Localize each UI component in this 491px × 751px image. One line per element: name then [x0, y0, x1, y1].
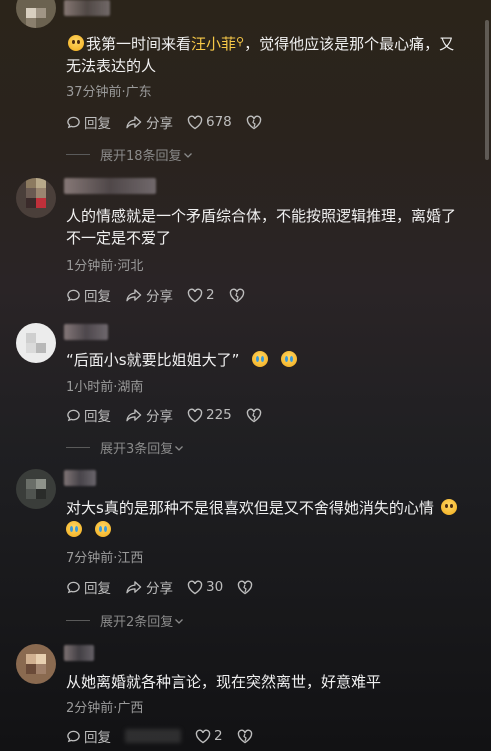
reply-button[interactable]: 回复: [66, 405, 111, 425]
dislike-button[interactable]: [237, 580, 256, 595]
like-button[interactable]: 225: [187, 407, 232, 423]
comment-text: 人的情感就是一个矛盾综合体，不能按照逻辑推理，离婚了不一定是不爱了: [66, 207, 457, 247]
scrollbar[interactable]: [485, 20, 489, 160]
heart-icon: [195, 729, 211, 743]
broken-heart-icon: [237, 729, 252, 743]
divider: [66, 154, 90, 155]
avatar[interactable]: [16, 178, 56, 218]
pleading-face-emoji-icon: [68, 35, 84, 51]
share-icon: [126, 580, 142, 593]
divider: [66, 620, 90, 621]
username-blurred[interactable]: [64, 324, 108, 340]
reply-button[interactable]: 回复: [66, 285, 111, 305]
share-button[interactable]: 分享: [125, 577, 173, 597]
share-button[interactable]: [125, 729, 181, 743]
pleading-face-emoji-icon: [440, 499, 457, 515]
avatar[interactable]: [16, 469, 56, 509]
broken-heart-icon: [237, 580, 253, 594]
broken-heart-icon: [246, 115, 261, 129]
comment-meta: 2分钟前·广西: [66, 701, 144, 716]
comment-actions: 回复 2: [66, 726, 270, 746]
comment-meta: 1分钟前·河北: [66, 259, 144, 274]
heart-icon: [187, 115, 203, 129]
dislike-button[interactable]: [246, 115, 265, 130]
like-button[interactable]: 2: [187, 287, 215, 303]
comment-text: “后面小s就要比姐姐大了”: [66, 349, 466, 371]
search-icon[interactable]: ⚲: [236, 35, 244, 48]
like-button[interactable]: 30: [187, 579, 223, 595]
crying-face-emoji-icon: [66, 521, 82, 537]
username-blurred[interactable]: [64, 470, 96, 486]
crying-face-emoji-icon: [280, 351, 297, 367]
dislike-button[interactable]: [246, 408, 265, 423]
crying-face-emoji-icon: [94, 521, 111, 537]
expand-replies-button[interactable]: 展开2条回复: [66, 611, 185, 630]
comment-text: 对大s真的是那种不是很喜欢但是又不舍得她消失的心情: [66, 497, 466, 541]
broken-heart-icon: [229, 288, 244, 302]
reply-button[interactable]: 回复: [66, 577, 111, 597]
share-icon: [126, 115, 142, 128]
username-blurred[interactable]: [64, 0, 110, 16]
like-button[interactable]: 2: [195, 728, 223, 744]
reply-button[interactable]: 回复: [66, 112, 111, 132]
avatar[interactable]: [16, 0, 56, 28]
comment-meta: 1小时前·湖南: [66, 380, 144, 395]
share-icon: [126, 288, 142, 301]
comment-actions: 回复 分享 225: [66, 405, 279, 425]
username-blurred[interactable]: [64, 645, 94, 661]
heart-icon: [187, 408, 203, 422]
avatar[interactable]: [16, 323, 56, 363]
comment-text: 从她离婚就各种言论，现在突然离世，好意难平: [66, 673, 382, 691]
share-button[interactable]: 分享: [125, 285, 173, 305]
reply-icon: [67, 730, 80, 742]
expand-replies-button[interactable]: 展开18条回复: [66, 145, 194, 164]
reply-icon: [67, 409, 80, 421]
chevron-down-icon: [183, 152, 192, 158]
username-blurred[interactable]: [64, 178, 156, 194]
crying-face-emoji-icon: [252, 351, 269, 367]
comment-text: 我第一时间来看汪小菲⚲，觉得他应该是那个最心痛，又无法表达的人: [66, 35, 455, 75]
share-button[interactable]: 分享: [125, 405, 173, 425]
broken-heart-icon: [246, 408, 261, 422]
like-button[interactable]: 678: [187, 114, 232, 130]
divider: [66, 447, 90, 448]
avatar[interactable]: [16, 644, 56, 684]
expand-replies-button[interactable]: 展开3条回复: [66, 438, 185, 457]
heart-icon: [187, 580, 203, 594]
share-button[interactable]: 分享: [125, 112, 173, 132]
comment-actions: 回复 分享 2: [66, 285, 262, 305]
reply-icon: [67, 581, 80, 593]
mention-link[interactable]: 汪小菲: [191, 35, 236, 53]
comment-meta: 37分钟前·广东: [66, 85, 152, 100]
chevron-down-icon: [175, 618, 184, 624]
share-icon: [126, 408, 142, 421]
comment-actions: 回复 分享 678: [66, 112, 279, 132]
heart-icon: [187, 288, 203, 302]
reply-icon: [67, 116, 80, 128]
comment-actions: 回复 分享 30: [66, 577, 270, 597]
reply-button[interactable]: 回复: [66, 726, 111, 746]
chevron-down-icon: [175, 445, 184, 451]
dislike-button[interactable]: [237, 729, 256, 744]
reply-icon: [67, 289, 80, 301]
comment-meta: 7分钟前·江西: [66, 551, 144, 566]
dislike-button[interactable]: [229, 288, 248, 303]
